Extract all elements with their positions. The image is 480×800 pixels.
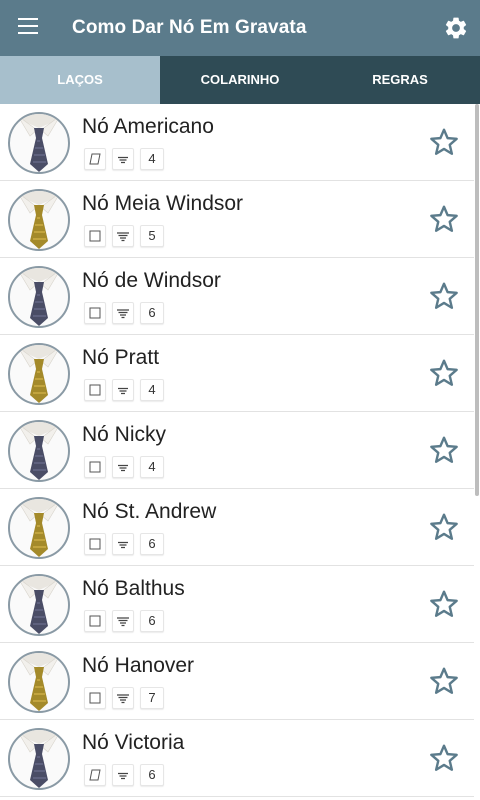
menu-icon[interactable] xyxy=(18,18,38,34)
star-outline-icon[interactable] xyxy=(428,511,460,543)
tie-thumbnail xyxy=(8,574,70,636)
three-lines-icon xyxy=(112,148,134,170)
knot-list-item[interactable]: Nó Meia Windsor 5 xyxy=(0,181,474,258)
knot-list-item[interactable]: Nó Victoria 6 xyxy=(0,720,474,797)
steps-count: 5 xyxy=(140,225,164,247)
knot-name: Nó Meia Windsor xyxy=(82,192,244,215)
three-lines-icon xyxy=(112,379,134,401)
star-outline-icon[interactable] xyxy=(428,588,460,620)
tab-label: REGRAS xyxy=(372,72,428,87)
four-lines-icon xyxy=(112,225,134,247)
three-lines-icon xyxy=(112,456,134,478)
tab-lacos[interactable]: LAÇOS xyxy=(0,56,160,104)
steps-count: 6 xyxy=(140,533,164,555)
knot-name: Nó Balthus xyxy=(82,577,185,600)
four-lines-icon xyxy=(112,610,134,632)
gear-icon[interactable] xyxy=(443,15,469,41)
app-title: Como Dar Nó Em Gravata xyxy=(72,17,307,38)
knot-list: Nó Americano 4 Nó Meia Windsor 5 Nó de Winds… xyxy=(0,104,480,800)
tab-bar: LAÇOS COLARINHO REGRAS xyxy=(0,56,480,104)
steps-count: 6 xyxy=(140,764,164,786)
knot-list-item[interactable]: Nó St. Andrew 6 xyxy=(0,489,474,566)
square-icon xyxy=(84,225,106,247)
knot-list-item[interactable]: Nó de Windsor 6 xyxy=(0,258,474,335)
star-outline-icon[interactable] xyxy=(428,357,460,389)
steps-count: 7 xyxy=(140,687,164,709)
tie-thumbnail xyxy=(8,651,70,713)
knot-list-item[interactable]: Nó Pratt 4 xyxy=(0,335,474,412)
knot-name: Nó de Windsor xyxy=(82,269,221,292)
four-lines-icon xyxy=(112,687,134,709)
tie-thumbnail xyxy=(8,112,70,174)
tie-thumbnail xyxy=(8,189,70,251)
star-outline-icon[interactable] xyxy=(428,203,460,235)
square-icon xyxy=(84,533,106,555)
tab-regras[interactable]: REGRAS xyxy=(320,56,480,104)
app-bar: Como Dar Nó Em Gravata xyxy=(0,0,480,56)
tab-label: LAÇOS xyxy=(57,72,103,87)
square-icon xyxy=(84,687,106,709)
tie-thumbnail xyxy=(8,497,70,559)
knot-name: Nó Hanover xyxy=(82,654,195,677)
star-outline-icon[interactable] xyxy=(428,665,460,697)
parallelogram-icon xyxy=(84,764,106,786)
knot-name: Nó Americano xyxy=(82,115,214,138)
steps-count: 4 xyxy=(140,148,164,170)
knot-name: Nó Pratt xyxy=(82,346,160,369)
steps-count: 4 xyxy=(140,456,164,478)
tie-thumbnail xyxy=(8,266,70,328)
knot-list-item[interactable]: Nó Balthus 6 xyxy=(0,566,474,643)
square-icon xyxy=(84,456,106,478)
knot-name: Nó Nicky xyxy=(82,423,167,446)
steps-count: 6 xyxy=(140,302,164,324)
tie-thumbnail xyxy=(8,728,70,790)
square-icon xyxy=(84,302,106,324)
knot-list-item[interactable]: Nó Hanover 7 xyxy=(0,643,474,720)
star-outline-icon[interactable] xyxy=(428,742,460,774)
square-icon xyxy=(84,610,106,632)
knot-list-item[interactable]: Nó Americano 4 xyxy=(0,104,474,181)
knot-name: Nó St. Andrew xyxy=(82,500,217,523)
four-lines-icon xyxy=(112,302,134,324)
square-icon xyxy=(84,379,106,401)
tie-thumbnail xyxy=(8,343,70,405)
star-outline-icon[interactable] xyxy=(428,280,460,312)
star-outline-icon[interactable] xyxy=(428,126,460,158)
knot-name: Nó Victoria xyxy=(82,731,185,754)
three-lines-icon xyxy=(112,764,134,786)
scrollbar[interactable] xyxy=(475,104,479,496)
parallelogram-icon xyxy=(84,148,106,170)
steps-count: 4 xyxy=(140,379,164,401)
tie-thumbnail xyxy=(8,420,70,482)
steps-count: 6 xyxy=(140,610,164,632)
star-outline-icon[interactable] xyxy=(428,434,460,466)
knot-list-item[interactable]: Nó Nicky 4 xyxy=(0,412,474,489)
tab-label: COLARINHO xyxy=(200,72,280,87)
three-lines-icon xyxy=(112,533,134,555)
tab-colarinho[interactable]: COLARINHO xyxy=(160,56,320,104)
